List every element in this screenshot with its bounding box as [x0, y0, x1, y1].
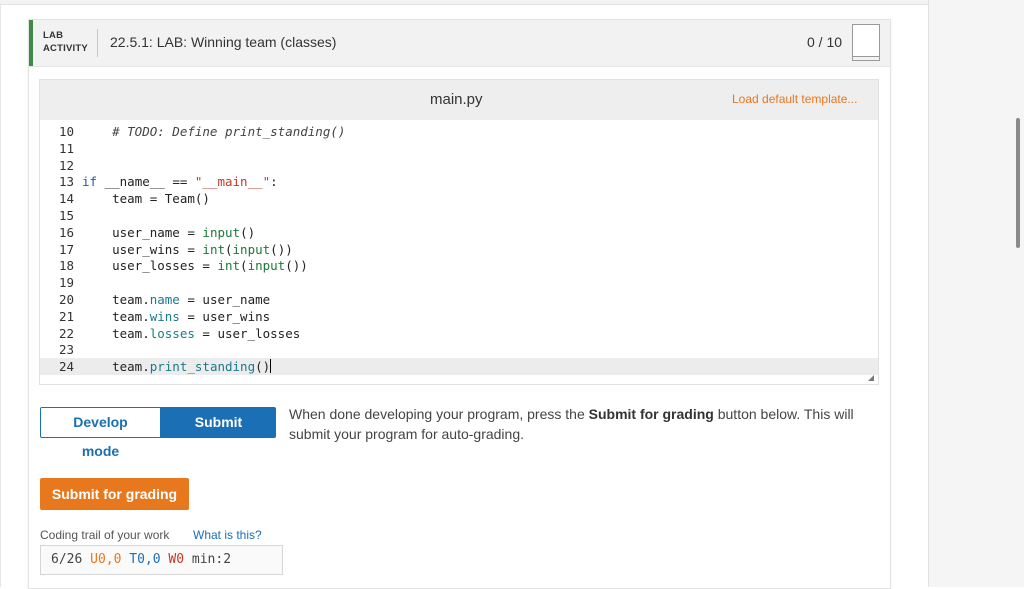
trail-prefix: 6/26: [51, 552, 91, 567]
code-text: team.wins = user_wins: [82, 308, 271, 324]
line-number: 23: [58, 342, 74, 358]
text-cursor: [270, 359, 272, 374]
code-line[interactable]: 23: [40, 341, 878, 358]
header-divider: [97, 29, 98, 57]
line-number: 22: [58, 325, 74, 341]
load-default-template-link[interactable]: Load default template...: [732, 92, 857, 106]
trail-t: T0,0: [129, 552, 161, 567]
line-number: 24: [58, 359, 74, 375]
scrollbar-thumb[interactable]: [1016, 118, 1020, 248]
line-number: 11: [58, 140, 74, 156]
submit-for-grading-button[interactable]: Submit for grading: [40, 478, 189, 510]
code-line[interactable]: 15: [40, 207, 878, 224]
what-is-this-link[interactable]: What is this?: [193, 528, 262, 542]
line-number: 13: [58, 174, 74, 190]
lab-label-line1: LAB: [43, 30, 64, 41]
code-text: if __name__ == "__main__":: [82, 174, 278, 190]
mode-toggle: Develop mode Submit mode: [40, 407, 276, 459]
trail-u: U0,0: [90, 552, 122, 567]
activity-title: 22.5.1: LAB: Winning team (classes): [110, 34, 337, 50]
line-number: 16: [58, 224, 74, 240]
code-line[interactable]: 22 team.losses = user_losses: [40, 325, 878, 342]
line-number: 15: [58, 208, 74, 223]
code-line[interactable]: 10 # TODO: Define print_standing(): [40, 123, 878, 140]
code-line[interactable]: 18 user_losses = int(input()): [40, 257, 878, 274]
instructions-text-1: When done developing your program, press…: [289, 406, 589, 422]
code-line[interactable]: 21 team.wins = user_wins: [40, 308, 878, 325]
code-line[interactable]: 16 user_name = input(): [40, 224, 878, 241]
code-line[interactable]: 14 team = Team(): [40, 190, 878, 207]
line-number: 17: [58, 241, 74, 257]
code-text: user_name = input(): [82, 224, 256, 240]
right-panel: [928, 0, 1024, 587]
resize-handle-icon[interactable]: [868, 375, 874, 381]
coding-trail-label: Coding trail of your work: [40, 528, 170, 542]
page-edge: [0, 0, 1, 587]
code-line[interactable]: 12: [40, 157, 878, 174]
top-strip: [0, 0, 928, 5]
submit-mode-button[interactable]: Submit mode: [161, 407, 276, 459]
line-number: 20: [58, 292, 74, 307]
code-line[interactable]: 24 team.print_standing(): [40, 358, 878, 376]
code-text: team.name = user_name: [82, 292, 271, 307]
code-line[interactable]: 17 user_wins = int(input()): [40, 241, 878, 258]
line-number: 14: [58, 191, 74, 207]
line-number: 12: [58, 157, 74, 173]
editor-toolbar: main.py Load default template...: [40, 80, 878, 120]
trail-w: W0: [168, 552, 185, 567]
score-badge-icon: [852, 24, 880, 61]
code-text: team.losses = user_losses: [82, 325, 301, 341]
activity-header: LAB ACTIVITY 22.5.1: LAB: Winning team (…: [29, 20, 890, 67]
code-text: # TODO: Define print_standing(): [82, 124, 346, 139]
code-text: team.print_standing(): [82, 359, 272, 375]
code-line[interactable]: 19: [40, 274, 878, 291]
lab-label-line2: ACTIVITY: [43, 43, 88, 54]
line-number: 19: [58, 275, 74, 291]
code-text: user_wins = int(input()): [82, 241, 293, 257]
code-area[interactable]: 10 # TODO: Define print_standing() 11 12 13…: [40, 120, 878, 382]
accent-bar: [29, 20, 33, 66]
code-editor: main.py Load default template... 10 # TO…: [39, 79, 879, 385]
code-line[interactable]: 11: [40, 140, 878, 157]
line-number: 10: [58, 124, 74, 139]
coding-trail-box: 6/26 U0,0 T0,0 W0 min:2: [40, 545, 283, 575]
line-number: 21: [58, 308, 74, 324]
develop-mode-button[interactable]: Develop mode: [40, 407, 161, 459]
code-text: user_losses = int(input()): [82, 258, 308, 274]
trail-suffix: min:2: [184, 552, 232, 567]
file-name: main.py: [430, 91, 483, 108]
code-line[interactable]: 20 team.name = user_name: [40, 291, 878, 308]
score-text: 0 / 10: [807, 34, 843, 50]
code-text: team = Team(): [82, 191, 210, 207]
submit-instructions: When done developing your program, press…: [289, 404, 859, 444]
line-number: 18: [58, 258, 74, 274]
code-line[interactable]: 13 if __name__ == "__main__":: [40, 173, 878, 190]
lab-activity-label: LAB ACTIVITY: [43, 29, 88, 55]
instructions-bold: Submit for grading: [588, 406, 714, 422]
